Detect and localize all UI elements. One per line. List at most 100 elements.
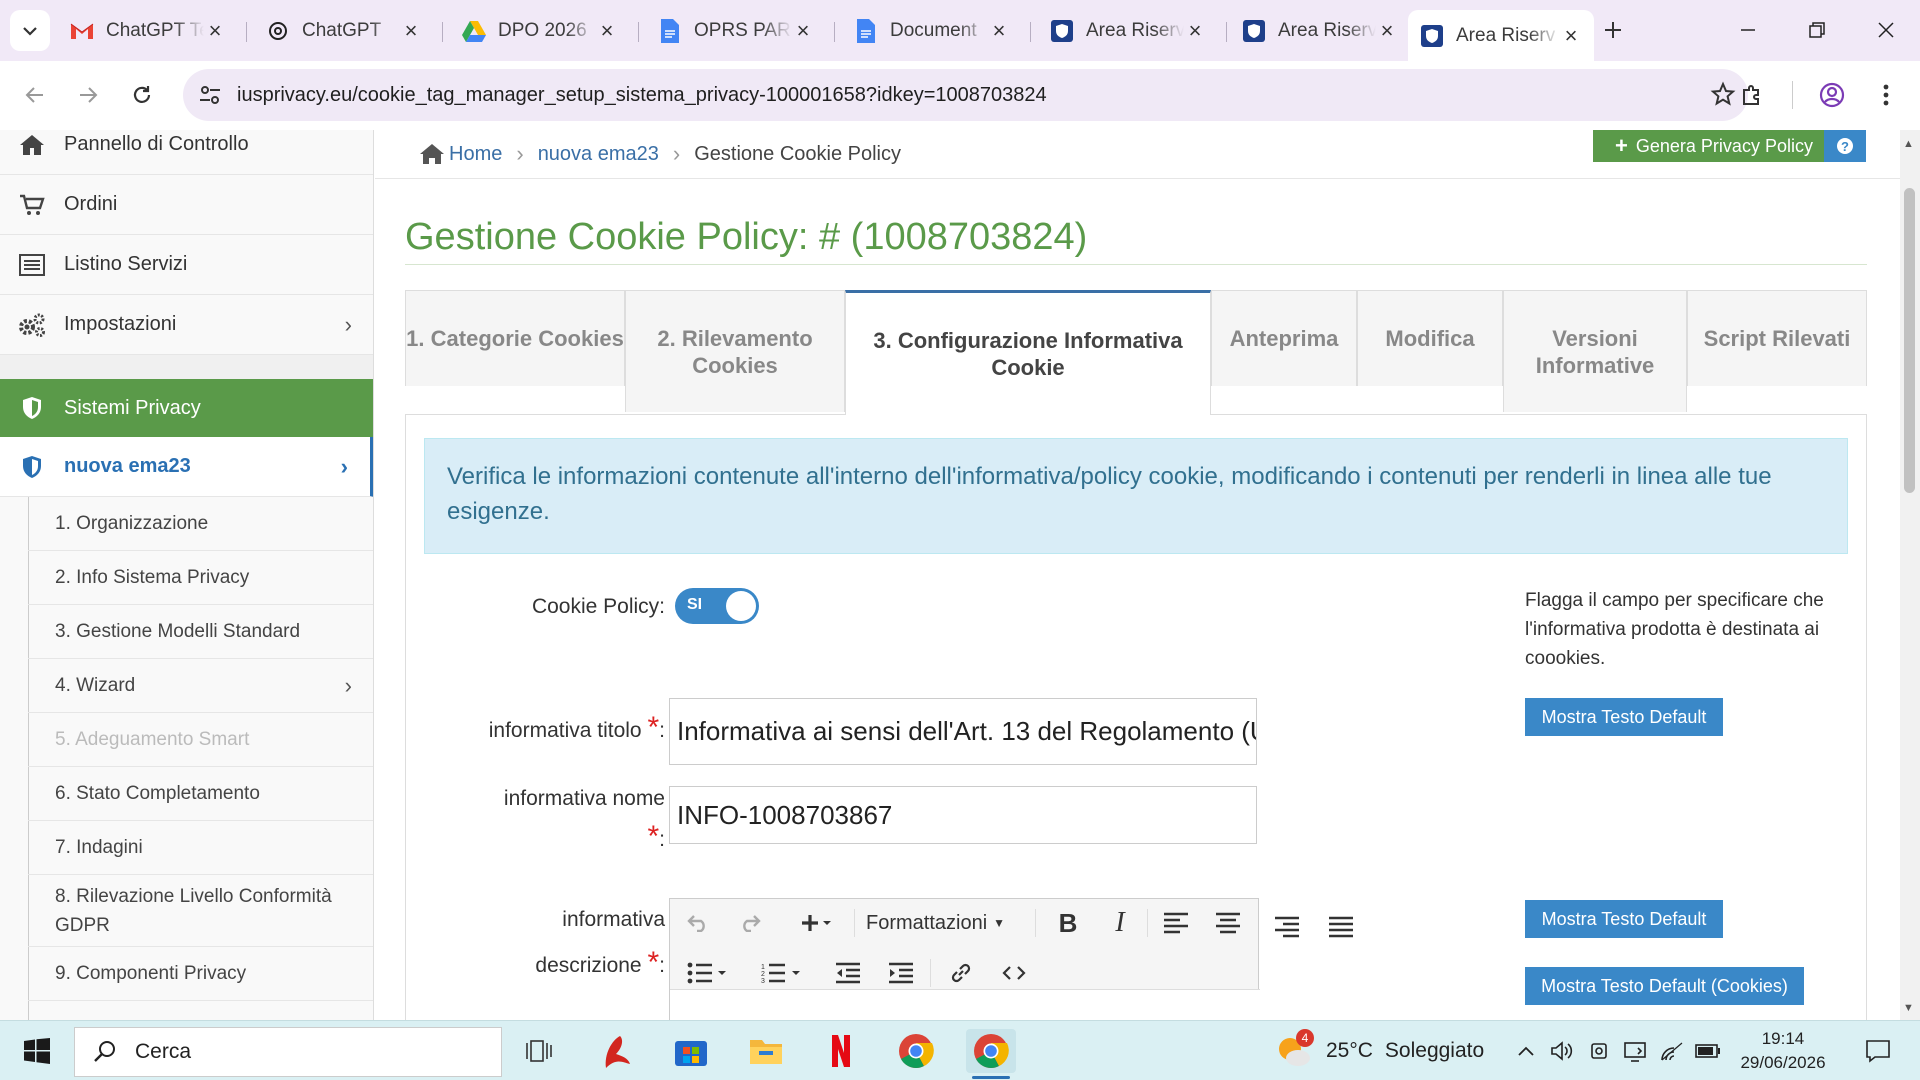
back-button[interactable]	[15, 75, 55, 115]
breadcrumb-parent-link[interactable]: nuova ema23	[538, 143, 659, 166]
bold-button[interactable]: B	[1050, 905, 1086, 941]
browser-tab-1[interactable]: ChatGPT Te ×	[58, 10, 238, 51]
start-button[interactable]	[12, 1029, 62, 1073]
align-left-button[interactable]	[1158, 905, 1194, 941]
informativa-nome-input[interactable]: INFO-1008703867	[669, 786, 1257, 844]
tray-overflow-button[interactable]	[1510, 1029, 1542, 1073]
sidebar-subitem-wizard[interactable]: 4. Wizard ›	[28, 659, 373, 713]
align-right-button[interactable]	[1269, 909, 1305, 945]
tab-modifica[interactable]: Modifica	[1357, 290, 1503, 386]
formattazioni-dropdown[interactable]: Formattazioni ▼	[866, 905, 1005, 941]
sidebar-item-dashboard[interactable]: Pannello di Controllo	[0, 130, 373, 175]
wifi-tray-icon[interactable]	[1656, 1029, 1688, 1073]
sidebar-subitem[interactable]: 3. Gestione Modelli Standard	[28, 605, 373, 659]
tab-anteprima[interactable]: Anteprima	[1211, 290, 1357, 386]
taskbar-search-box[interactable]: Cerca	[74, 1027, 502, 1077]
italic-button[interactable]: I	[1102, 905, 1138, 941]
close-tab-icon[interactable]: ×	[400, 18, 422, 44]
mostra-testo-default-button[interactable]: Mostra Testo Default	[1525, 698, 1723, 736]
align-center-button[interactable]	[1210, 905, 1246, 941]
link-button[interactable]	[943, 955, 979, 991]
sidebar-item-pricelist[interactable]: Listino Servizi	[0, 235, 373, 295]
site-info-icon[interactable]	[197, 82, 223, 108]
close-tab-icon[interactable]: ×	[792, 18, 814, 44]
close-tab-icon[interactable]: ×	[1184, 18, 1206, 44]
task-view-button[interactable]	[514, 1029, 564, 1073]
redo-button[interactable]	[732, 905, 768, 941]
tab-versioni-informative[interactable]: Versioni Informative	[1503, 290, 1687, 412]
close-tab-icon[interactable]: ×	[1376, 18, 1398, 44]
browser-tab-7[interactable]: Area Riserv ×	[1230, 10, 1410, 51]
sidebar-subitem[interactable]: 1. Organizzazione	[28, 497, 373, 551]
profile-button[interactable]	[1812, 75, 1852, 115]
tab-configurazione-informativa[interactable]: 3. Configurazione Informativa Cookie	[845, 290, 1211, 415]
mostra-testo-default-cookies-button[interactable]: Mostra Testo Default (Cookies)	[1525, 967, 1804, 1005]
extensions-button[interactable]	[1732, 75, 1772, 115]
taskbar-app-chrome[interactable]	[891, 1029, 941, 1073]
sidebar-subitem[interactable]: 8. Rilevazione Livello Conformità GDPR	[28, 875, 373, 947]
sidebar-section-privacy-systems[interactable]: Sistemi Privacy	[0, 379, 373, 437]
browser-tab-active[interactable]: Area Riserv ×	[1408, 10, 1594, 61]
weather-widget[interactable]: 4 25°C Soleggiato	[1276, 1029, 1484, 1071]
taskbar-app-store[interactable]	[666, 1029, 716, 1073]
tab-categorie-cookies[interactable]: 1. Categorie Cookies	[405, 290, 625, 386]
close-tab-icon[interactable]: ×	[596, 18, 618, 44]
help-button[interactable]: ?	[1824, 130, 1866, 162]
browser-tab-6[interactable]: Area Riserv ×	[1038, 10, 1218, 51]
close-tab-icon[interactable]: ×	[988, 18, 1010, 44]
sidebar-subitem[interactable]: 6. Stato Completamento	[28, 767, 373, 821]
insert-dropdown[interactable]	[790, 905, 842, 941]
sidebar-item-settings[interactable]: Impostazioni ›	[0, 295, 373, 355]
scrollbar-thumb[interactable]	[1904, 188, 1915, 493]
browser-tab-5[interactable]: Document ×	[842, 10, 1022, 51]
close-window-button[interactable]	[1866, 10, 1906, 50]
mostra-testo-default-button[interactable]: Mostra Testo Default	[1525, 900, 1723, 938]
sidebar-item-orders[interactable]: Ordini	[0, 175, 373, 235]
sidebar-subitem[interactable]: 2. Info Sistema Privacy	[28, 551, 373, 605]
restore-button[interactable]	[1797, 10, 1837, 50]
informativa-titolo-input[interactable]: Informativa ai sensi dell'Art. 13 del Re…	[669, 698, 1257, 765]
browser-menu-button[interactable]	[1866, 75, 1906, 115]
taskbar-app-chrome-active[interactable]	[966, 1029, 1016, 1079]
scroll-up-arrow-icon[interactable]: ▲	[1903, 138, 1914, 150]
close-tab-icon[interactable]: ×	[1560, 23, 1582, 49]
display-tray-icon[interactable]	[1620, 1029, 1652, 1073]
reload-button[interactable]	[122, 75, 162, 115]
clock[interactable]: 19:14 29/06/2026	[1730, 1027, 1836, 1075]
volume-tray-icon[interactable]	[1546, 1029, 1578, 1073]
align-justify-button[interactable]	[1323, 909, 1359, 945]
tab-rilevamento-cookies[interactable]: 2. Rilevamento Cookies	[625, 290, 845, 412]
taskbar-app-explorer[interactable]	[741, 1029, 791, 1073]
browser-tab-4[interactable]: OPRS PARI ×	[646, 10, 826, 51]
sidebar-subitem[interactable]: 9. Componenti Privacy	[28, 947, 373, 1001]
tab-search-button[interactable]	[10, 10, 50, 51]
forward-button[interactable]	[68, 75, 108, 115]
breadcrumb-home-link[interactable]: Home	[449, 143, 502, 166]
new-tab-button[interactable]	[1593, 10, 1633, 50]
close-tab-icon[interactable]: ×	[204, 18, 226, 44]
url-text[interactable]: iusprivacy.eu/cookie_tag_manager_setup_s…	[237, 84, 1047, 107]
meet-tray-icon[interactable]	[1584, 1029, 1616, 1073]
tab-script-rilevati[interactable]: Script Rilevati	[1687, 290, 1867, 386]
minimize-button[interactable]	[1728, 10, 1768, 50]
generate-privacy-policy-button[interactable]: + Genera Privacy Policy	[1593, 130, 1835, 162]
source-code-button[interactable]	[996, 955, 1032, 991]
sidebar-item-nuova-ema23[interactable]: nuova ema23 ›	[0, 437, 373, 497]
indent-button[interactable]	[883, 955, 919, 991]
taskbar-app-acrobat[interactable]	[592, 1029, 642, 1073]
browser-tab-3[interactable]: DPO 2026 ×	[450, 10, 630, 51]
address-bar[interactable]: iusprivacy.eu/cookie_tag_manager_setup_s…	[183, 69, 1748, 121]
page-scrollbar[interactable]: ▲ ▼	[1900, 130, 1920, 1020]
sidebar-subitem[interactable]: 7. Indagini	[28, 821, 373, 875]
editor-content-area[interactable]	[670, 990, 1260, 1020]
battery-tray-icon[interactable]	[1692, 1029, 1724, 1073]
undo-button[interactable]	[680, 905, 716, 941]
scroll-down-arrow-icon[interactable]: ▼	[1903, 1002, 1914, 1014]
taskbar-app-netflix[interactable]	[816, 1029, 866, 1073]
numbered-list-button[interactable]: 123	[757, 955, 805, 991]
cookie-policy-toggle[interactable]: SI	[675, 588, 759, 624]
browser-tab-2[interactable]: ChatGPT ×	[254, 10, 434, 51]
notifications-button[interactable]	[1856, 1029, 1900, 1073]
bullet-list-button[interactable]	[683, 955, 731, 991]
outdent-button[interactable]	[830, 955, 866, 991]
